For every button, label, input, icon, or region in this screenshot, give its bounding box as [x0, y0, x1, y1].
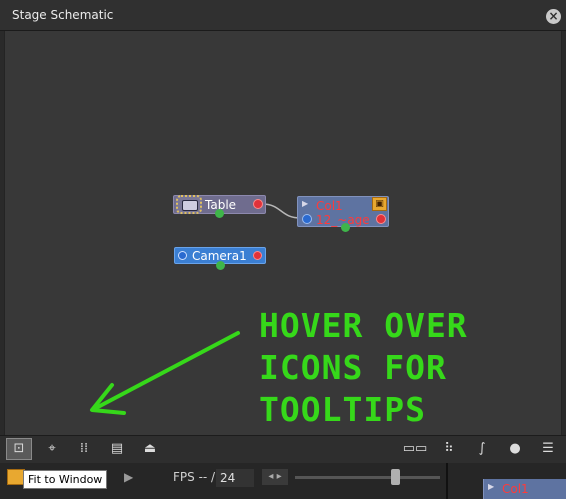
focus-on-current-icon[interactable]: ⌖	[39, 438, 65, 460]
panel-divider	[446, 463, 448, 499]
frame-slider-track[interactable]	[295, 476, 440, 479]
play-triangle-icon: ▶	[488, 482, 495, 491]
toggle-node-icons-icon[interactable]: ▭▭	[402, 438, 428, 460]
schematic-toolbar: ⊡ ⌖ ⁞⁞ ▤ ⏏ ▭▭ ⠷ ∫ ● ☰	[0, 435, 566, 463]
tooltip: Fit to Window	[23, 470, 107, 489]
stage-schematic-panel: Stage Schematic × Table ▶ Col1 ▣ 12_~age…	[0, 0, 566, 463]
curve-links-icon[interactable]: ∫	[469, 438, 495, 460]
background-col1-node[interactable]: ▶ Col1	[483, 479, 566, 499]
normal-size-icon[interactable]: ▤	[104, 438, 130, 460]
nav-arrows[interactable]: ◂ ▸	[262, 469, 288, 485]
fit-to-window-icon[interactable]: ⊡	[6, 438, 32, 460]
fps-label: FPS -- /	[173, 470, 216, 484]
switch-view-icon[interactable]: ●	[502, 438, 528, 460]
menu-icon[interactable]: ☰	[535, 438, 561, 460]
output-ports-icon[interactable]: ⠷	[436, 438, 462, 460]
preview-toggle-icon[interactable]: ⏏	[137, 438, 163, 460]
frame-slider-handle[interactable]	[391, 469, 400, 485]
annotation-arrow	[90, 331, 240, 415]
background-col1-label: Col1	[502, 482, 529, 496]
reorder-nodes-icon[interactable]: ⁞⁞	[71, 438, 97, 460]
play-button[interactable]: ▶	[124, 470, 133, 484]
fps-value-field[interactable]: 24	[216, 469, 254, 487]
